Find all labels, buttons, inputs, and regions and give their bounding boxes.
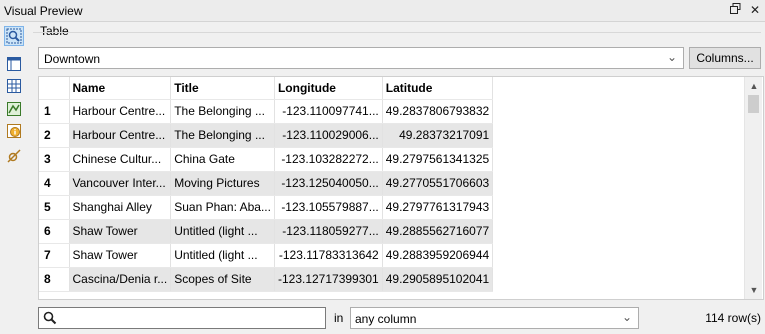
table-cell[interactable]: 49.2883959206944 — [382, 243, 494, 268]
table-cell[interactable]: -123.110097741... — [274, 99, 383, 124]
table-select[interactable]: Downtown ⌄ — [38, 47, 684, 69]
table-cell[interactable]: Moving Pictures — [170, 171, 275, 196]
grid-icon[interactable] — [4, 76, 24, 96]
settings-icon[interactable] — [4, 146, 24, 166]
table-cell[interactable]: 49.2797761317943 — [382, 195, 494, 220]
table-cell[interactable]: 49.2797561341325 — [382, 147, 494, 172]
row-number: 8 — [39, 267, 70, 292]
row-number: 5 — [39, 195, 70, 220]
table-cell[interactable]: Shaw Tower — [69, 219, 172, 244]
table-row[interactable]: 6 Shaw Tower Untitled (light ... -123.11805… — [39, 219, 494, 244]
group-divider — [33, 32, 761, 33]
column-header[interactable]: Longitude — [274, 77, 383, 100]
selected-table-value: Downtown — [44, 52, 101, 66]
table-cell[interactable]: The Belonging ... — [170, 123, 275, 148]
table-row[interactable]: 7 Shaw Tower Untitled (light ... -123.11783… — [39, 243, 494, 268]
table-cell[interactable]: -123.105579887... — [274, 195, 383, 220]
table-cell[interactable]: 49.2837806793832 — [382, 99, 494, 124]
table-row[interactable]: 2 Harbour Centre... The Belonging ... -123.… — [39, 123, 494, 148]
table-cell[interactable]: Scopes of Site — [170, 267, 275, 292]
table-cell[interactable]: Untitled (light ... — [170, 243, 275, 268]
table-row[interactable]: 1 Harbour Centre... The Belonging ... -123.… — [39, 99, 494, 124]
row-number: 2 — [39, 123, 70, 148]
in-label: in — [334, 311, 344, 325]
table-cell[interactable]: 49.2770551706603 — [382, 171, 494, 196]
chevron-down-icon: ⌄ — [621, 310, 632, 324]
columns-button[interactable]: Columns... — [689, 47, 761, 69]
table-cell[interactable]: Cascina/Denia r... — [69, 267, 172, 292]
scroll-down-arrow-icon[interactable]: ▼ — [745, 283, 763, 297]
column-header[interactable]: Name — [69, 77, 172, 100]
column-filter-select[interactable]: any column ⌄ — [350, 307, 639, 329]
table-row[interactable]: 3 Chinese Cultur... China Gate -123.1032822… — [39, 147, 494, 172]
table-cell[interactable]: 49.28373217091 — [382, 123, 494, 148]
inspect-icon[interactable] — [4, 26, 24, 46]
row-number: 1 — [39, 99, 70, 124]
chevron-down-icon: ⌄ — [666, 50, 677, 64]
column-filter-value: any column — [355, 312, 417, 326]
row-number: 7 — [39, 243, 70, 268]
table-cell[interactable]: -123.12717399301 — [274, 267, 383, 292]
table-cell[interactable]: 49.2905895102041 — [382, 267, 494, 292]
row-number: 3 — [39, 147, 70, 172]
map-icon[interactable] — [4, 99, 24, 119]
table-cell[interactable]: -123.103282272... — [274, 147, 383, 172]
table-cell[interactable]: China Gate — [170, 147, 275, 172]
vertical-scrollbar[interactable]: ▲ ▼ — [744, 77, 762, 299]
info-icon[interactable] — [4, 121, 24, 141]
table-cell[interactable]: Shaw Tower — [69, 243, 172, 268]
search-icon — [43, 311, 57, 328]
scroll-up-arrow-icon[interactable]: ▲ — [745, 79, 763, 93]
scroll-thumb[interactable] — [748, 95, 759, 113]
row-number: 6 — [39, 219, 70, 244]
column-header[interactable]: Latitude — [382, 77, 494, 100]
header-row: Name Title Longitude Latitude — [39, 77, 494, 100]
table-section-label: Table — [40, 24, 69, 38]
window-title: Visual Preview — [4, 4, 83, 18]
table-cell[interactable]: -123.118059277... — [274, 219, 383, 244]
data-grid: Name Title Longitude Latitude 1 Harbour C… — [38, 76, 764, 300]
table-cell[interactable]: Vancouver Inter... — [69, 171, 172, 196]
table-cell[interactable]: Chinese Cultur... — [69, 147, 172, 172]
table-cell[interactable]: The Belonging ... — [170, 99, 275, 124]
table-cell[interactable]: -123.11783313642 — [274, 243, 383, 268]
search-box[interactable] — [38, 307, 326, 329]
side-toolbar — [0, 22, 30, 334]
close-icon[interactable]: ✕ — [747, 2, 763, 18]
table-cell[interactable]: Shanghai Alley — [69, 195, 172, 220]
table-cell[interactable]: -123.125040050... — [274, 171, 383, 196]
table-cell[interactable]: -123.110029006... — [274, 123, 383, 148]
table-row[interactable]: 8 Cascina/Denia r... Scopes of Site -123.12… — [39, 267, 494, 292]
corner-header — [39, 77, 70, 100]
search-input[interactable] — [61, 309, 321, 327]
table-cell[interactable]: Untitled (light ... — [170, 219, 275, 244]
float-window-icon[interactable] — [727, 2, 743, 18]
row-number: 4 — [39, 171, 70, 196]
table-cell[interactable]: 49.2885562716077 — [382, 219, 494, 244]
table-view-icon[interactable] — [4, 54, 24, 74]
column-header[interactable]: Title — [170, 77, 275, 100]
window-titlebar: Visual Preview ✕ — [0, 0, 765, 22]
table-cell[interactable]: Suan Phan: Aba... — [170, 195, 275, 220]
table-row[interactable]: 4 Vancouver Inter... Moving Pictures -123.1… — [39, 171, 494, 196]
row-count: 114 row(s) — [705, 311, 761, 325]
table-row[interactable]: 5 Shanghai Alley Suan Phan: Aba... -123.105… — [39, 195, 494, 220]
table-cell[interactable]: Harbour Centre... — [69, 123, 172, 148]
table-cell[interactable]: Harbour Centre... — [69, 99, 172, 124]
